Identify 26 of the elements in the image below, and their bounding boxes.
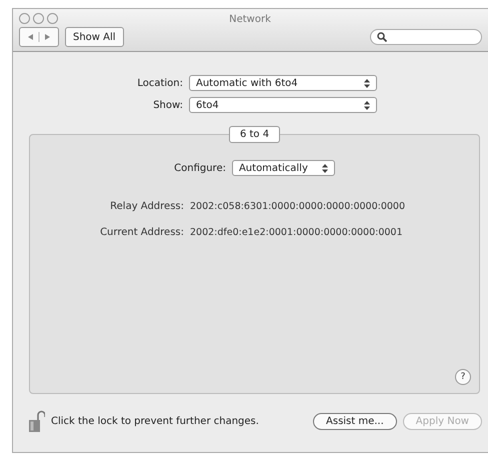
window-title: Network — [229, 14, 272, 25]
back-forward-control[interactable] — [19, 27, 59, 47]
stepper-icon — [364, 78, 370, 88]
close-icon[interactable] — [19, 12, 30, 24]
tab[interactable]: 6 to 4 — [228, 126, 280, 143]
location-label: Location: — [136, 78, 184, 88]
lock-message: Click the lock to prevent further changes. — [51, 416, 259, 426]
configure-dropdown[interactable]: Automatically — [232, 160, 335, 176]
help-button[interactable]: ? — [455, 369, 471, 385]
search-icon — [377, 32, 387, 42]
search-field[interactable] — [370, 29, 482, 45]
address-label: Current Address: — [99, 226, 185, 238]
location-dropdown[interactable]: Automatic with 6to4 — [189, 75, 377, 91]
minimize-icon[interactable] — [33, 12, 44, 24]
stepper-icon — [322, 164, 328, 172]
action-button[interactable]: Assist me... — [313, 412, 397, 430]
stepper-icon — [364, 100, 370, 110]
address-value: 2002:dfe0:e1e2:0001:0000:0000:0000:0001 — [190, 226, 403, 238]
zoom-icon[interactable] — [47, 12, 58, 24]
show-label: Show: — [152, 100, 184, 110]
address-value: 2002:c058:6301:0000:0000:0000:0000:0000 — [190, 200, 405, 212]
configure-label: Configure: — [174, 162, 227, 174]
unlocked-padlock-icon[interactable] — [29, 410, 45, 432]
address-label: Relay Address: — [109, 200, 185, 212]
show-all-button[interactable]: Show All — [65, 27, 124, 47]
show-dropdown[interactable]: 6to4 — [189, 97, 377, 113]
